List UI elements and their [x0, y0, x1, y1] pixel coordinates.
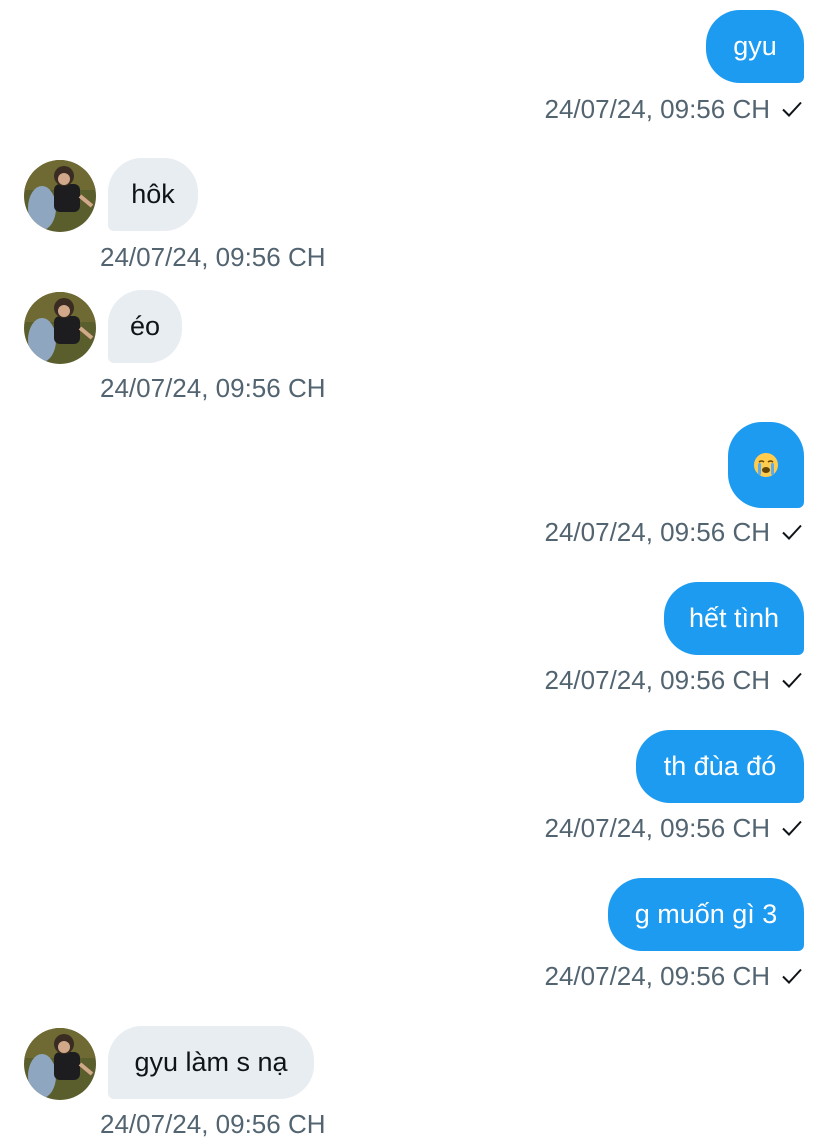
message-text: gyu làm s nạ: [134, 1047, 288, 1077]
avatar[interactable]: [24, 1028, 96, 1100]
message-timestamp: 24/07/24, 09:56 CH: [544, 812, 771, 843]
message-meta: 24/07/24, 09:56 CH: [545, 515, 805, 549]
message-bubble-outgoing[interactable]: g muốn gì 3: [608, 878, 804, 951]
message-text: hôk: [131, 179, 175, 209]
message-bubble-outgoing[interactable]: gyu: [706, 10, 804, 83]
message-text: hết tình: [688, 603, 780, 633]
message-meta: 24/07/24, 09:56 CH: [545, 811, 805, 845]
message-bubble-incoming[interactable]: hôk: [108, 158, 198, 231]
message-meta: 24/07/24, 09:56 CH: [100, 1107, 326, 1141]
avatar-image: [24, 160, 96, 232]
message-meta: 24/07/24, 09:56 CH: [100, 371, 326, 405]
sent-check-icon: [782, 524, 802, 540]
message-bubble-outgoing[interactable]: hết tình: [664, 582, 804, 655]
message-timestamp: 24/07/24, 09:56 CH: [100, 241, 326, 272]
sent-check-icon: [782, 672, 802, 688]
avatar-image: [24, 1028, 96, 1100]
message-text: gyu: [733, 31, 777, 61]
message-meta: 24/07/24, 09:56 CH: [545, 959, 805, 993]
message-text: th đùa đó: [663, 751, 777, 781]
message-meta: 24/07/24, 09:56 CH: [545, 663, 805, 697]
message-meta: 24/07/24, 09:56 CH: [545, 92, 805, 126]
message-timestamp: 24/07/24, 09:56 CH: [544, 664, 771, 695]
message-timestamp: 24/07/24, 09:56 CH: [544, 93, 771, 124]
message-timestamp: 24/07/24, 09:56 CH: [544, 516, 771, 547]
message-text: éo: [129, 311, 161, 341]
sent-check-icon: [782, 968, 802, 984]
crying-face-icon: [754, 453, 778, 477]
sent-check-icon: [782, 820, 802, 836]
sent-check-icon: [782, 101, 802, 117]
message-bubble-incoming[interactable]: gyu làm s nạ: [108, 1026, 314, 1099]
message-timestamp: 24/07/24, 09:56 CH: [544, 960, 771, 991]
avatar-image: [24, 292, 96, 364]
avatar[interactable]: [24, 292, 96, 364]
message-bubble-outgoing[interactable]: th đùa đó: [636, 730, 804, 803]
message-bubble-incoming[interactable]: éo: [108, 290, 182, 363]
message-meta: 24/07/24, 09:56 CH: [100, 240, 326, 274]
message-timestamp: 24/07/24, 09:56 CH: [100, 372, 326, 403]
message-timestamp: 24/07/24, 09:56 CH: [100, 1108, 326, 1139]
message-bubble-outgoing[interactable]: 😭: [728, 422, 804, 508]
message-text: g muốn gì 3: [634, 899, 778, 929]
avatar[interactable]: [24, 160, 96, 232]
